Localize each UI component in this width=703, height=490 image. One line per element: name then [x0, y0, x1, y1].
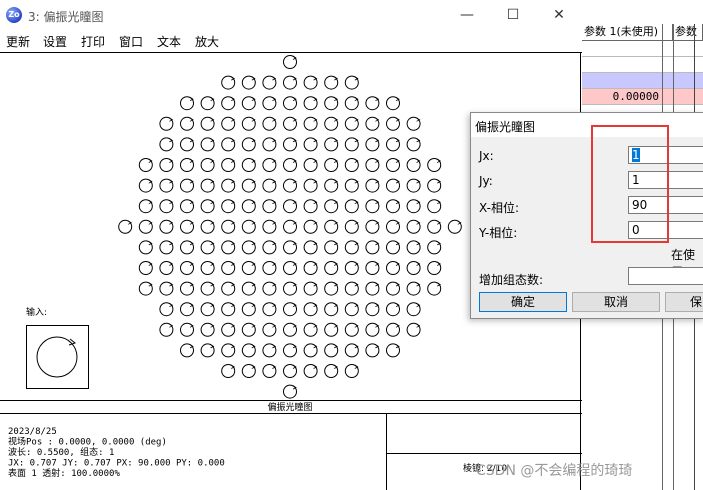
pupil-circle-grid	[118, 55, 462, 399]
column-header-param1[interactable]: 参数 1(未使用)	[582, 24, 673, 40]
sheet-row-highlight-red: 0.00000	[582, 89, 703, 105]
title-bar[interactable]: Zo 3: 偏振光瞳图 — ☐ ✕	[0, 0, 582, 30]
config-count-input[interactable]	[628, 267, 703, 285]
config-count-label: 增加组态数:	[479, 273, 544, 287]
csdn-watermark: CSDN @不会编程的琦琦	[476, 463, 633, 479]
sheet-header: 参数 1(未使用) 参数	[582, 24, 703, 41]
maximize-icon[interactable]: ☐	[490, 0, 536, 30]
minimize-icon[interactable]: —	[444, 0, 490, 30]
y-phase-label: Y-相位:	[479, 226, 518, 240]
info-line: 视场Pos : 0.0000, 0.0000 (deg)	[8, 436, 167, 448]
menu-print[interactable]: 打印	[81, 33, 105, 50]
jx-label: Jx:	[479, 149, 494, 163]
close-icon[interactable]: ✕	[536, 0, 582, 30]
info-text-block: 2023/8/25视场Pos : 0.0000, 0.0000 (deg)波长:…	[8, 427, 225, 479]
info-line: JX: 0.707 JY: 0.707 PX: 90.000 PY: 0.000	[8, 459, 225, 469]
save-button[interactable]: 保	[665, 292, 703, 312]
input-label: 输入:	[26, 306, 47, 318]
window-title: 3: 偏振光瞳图	[28, 10, 104, 24]
jy-label: Jy:	[479, 174, 493, 188]
sheet-cell-value[interactable]: 0.00000	[582, 89, 662, 105]
info-line: 表面 1 透射: 100.0000%	[8, 467, 120, 479]
red-annotation-box	[591, 125, 669, 243]
column-header-param2[interactable]: 参数	[673, 24, 703, 40]
info-line: 波长: 0.5500, 组态: 1	[8, 446, 114, 458]
sheet-row-highlight-blue	[582, 73, 703, 89]
dialog-title: 偏振光瞳图	[475, 120, 536, 134]
menu-window[interactable]: 窗口	[119, 33, 143, 50]
input-polarization-circle	[36, 336, 78, 378]
info-line: 2023/8/25	[8, 427, 57, 437]
input-legend-box	[26, 325, 89, 389]
menu-zoom[interactable]: 放大	[195, 33, 219, 50]
zemax-app-icon: Zo	[6, 7, 22, 23]
menu-text[interactable]: 文本	[157, 33, 181, 50]
menu-settings[interactable]: 设置	[43, 33, 67, 50]
x-phase-label: X-相位:	[479, 201, 519, 215]
menu-update[interactable]: 更新	[6, 33, 30, 50]
ok-button[interactable]: 确定	[479, 292, 567, 312]
menu-bar: 更新 设置 打印 窗口 文本 放大	[0, 31, 582, 51]
plot-caption: 偏振光瞳图	[267, 401, 312, 413]
cancel-button[interactable]: 取消	[572, 292, 660, 312]
